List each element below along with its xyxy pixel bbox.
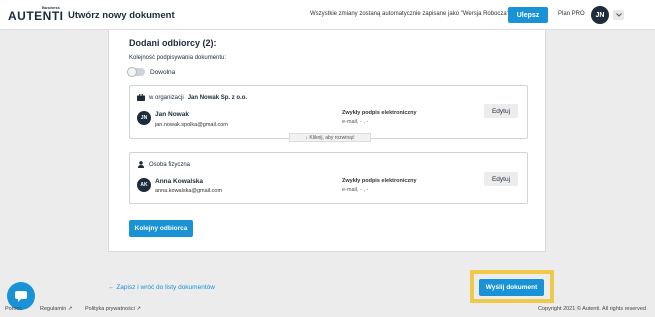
signature-type: Zwykły podpis elektroniczny xyxy=(342,178,417,184)
external-link-icon: ↗ xyxy=(67,306,73,312)
user-avatar[interactable]: JN xyxy=(591,6,609,24)
recipient-avatar: AK xyxy=(137,178,151,192)
autosave-notice: Wszystkie zmiany zostaną automatycznie z… xyxy=(310,11,509,17)
recipient-card: Osoba fizyczna AK Anna Kowalska anna.kow… xyxy=(129,152,528,204)
recipient-org-header: w organizacji Jan Nowak Sp. z o.o. xyxy=(137,94,247,101)
footer-terms-link[interactable]: Regulamin ↗ xyxy=(40,306,72,312)
send-document-button[interactable]: Wyślij dokument xyxy=(479,279,544,296)
recipient-type-label: Osoba fizyczna xyxy=(149,161,191,168)
external-link-icon: ↗ xyxy=(136,306,141,312)
signature-meta: e-mail, - , - xyxy=(342,119,369,125)
copyright-notice: Copyright 2021 © Autenti. All rights res… xyxy=(538,306,646,312)
footer-help-link[interactable]: Pomoc xyxy=(5,306,22,312)
signature-meta: e-mail, - , - xyxy=(342,187,369,193)
recipient-name: Jan Nowak xyxy=(155,111,189,118)
plan-label: Plan PRO xyxy=(558,11,585,17)
recipients-panel: Dodani odbiorcy (2): Kolejność podpisywa… xyxy=(108,30,546,252)
save-and-back-label: Zapisz i wróć do listy dokumentów xyxy=(116,284,215,291)
recipient-card: w organizacji Jan Nowak Sp. z o.o. JN Ja… xyxy=(129,85,528,142)
recipient-email: anna.kowalska@gmail.com xyxy=(155,188,223,194)
recipient-name: Anna Kowalska xyxy=(155,178,204,185)
footer-terms-label: Regulamin xyxy=(40,306,67,312)
autenti-logo[interactable]: Business AUTENTI xyxy=(8,5,64,25)
logo-wordmark: AUTENTI xyxy=(8,9,64,23)
briefcase-icon xyxy=(137,94,145,101)
expand-recipient-button[interactable]: ↓ Kliknij, aby rozwinąć xyxy=(289,133,371,142)
signing-order-value: Dowolna xyxy=(150,69,176,76)
save-and-back-link[interactable]: ← Zapisz i wróć do listy dokumentów xyxy=(108,284,215,291)
logo-business-label: Business xyxy=(42,5,60,10)
chat-bubble-icon xyxy=(15,290,27,302)
add-recipient-button[interactable]: Kolejny odbiorca xyxy=(129,220,193,237)
user-menu-chevron-icon[interactable] xyxy=(613,10,624,20)
footer-privacy-label: Polityka prywatności xyxy=(85,306,135,312)
recipient-email: jan.nowak.spolka@gmail.com xyxy=(155,122,228,128)
upgrade-button[interactable]: Ulepsz xyxy=(508,7,548,23)
recipient-type-header: Osoba fizyczna xyxy=(137,161,190,168)
recipient-avatar: JN xyxy=(137,111,151,125)
recipient-org-name: Jan Nowak Sp. z o.o. xyxy=(187,94,248,101)
toggle-knob xyxy=(127,67,137,77)
signature-type: Zwykły podpis elektroniczny xyxy=(342,110,417,116)
top-bar: Business AUTENTI Utwórz nowy dokument Ws… xyxy=(0,0,655,30)
person-icon xyxy=(137,161,145,168)
signing-order-toggle[interactable] xyxy=(127,67,145,77)
page-title: Utwórz nowy dokument xyxy=(68,10,175,21)
footer-privacy-link[interactable]: Polityka prywatności ↗ xyxy=(85,306,141,312)
edit-recipient-button[interactable]: Edytuj xyxy=(484,172,518,186)
edit-recipient-button[interactable]: Edytuj xyxy=(484,104,518,118)
signing-order-label: Kolejność podpisywania dokumentu: xyxy=(129,55,227,61)
recipients-title: Dodani odbiorcy (2): xyxy=(129,38,217,48)
recipient-org-prefix: w organizacji xyxy=(149,94,184,101)
